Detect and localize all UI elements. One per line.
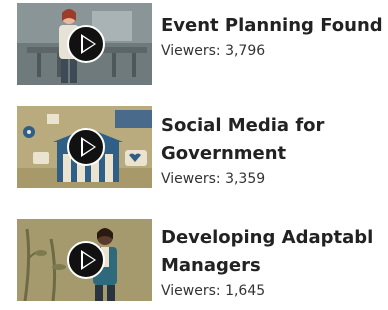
course-title[interactable]: Developing Adaptabl Managers <box>161 224 388 280</box>
course-title[interactable]: Social Media for Government <box>161 112 388 168</box>
course-info: Social Media for Government Viewers: 3,3… <box>161 112 388 190</box>
viewer-count: Viewers: 3,359 <box>161 168 388 190</box>
course-info: Event Planning Found Viewers: 3,796 <box>161 12 388 62</box>
viewer-count: Viewers: 1,645 <box>161 280 388 302</box>
course-info: Developing Adaptabl Managers Viewers: 1,… <box>161 224 388 302</box>
course-thumbnail[interactable] <box>17 106 152 188</box>
viewer-count: Viewers: 3,796 <box>161 40 388 62</box>
course-list: Event Planning Found Viewers: 3,796 Soci… <box>0 0 388 310</box>
viewers-value: 3,359 <box>225 171 266 187</box>
course-item-social-media[interactable]: Social Media for Government Viewers: 3,3… <box>17 106 388 188</box>
course-thumbnail[interactable] <box>17 3 152 85</box>
course-item-event-planning[interactable]: Event Planning Found Viewers: 3,796 <box>17 3 388 85</box>
play-icon[interactable] <box>67 241 105 279</box>
viewers-label: Viewers: <box>161 171 221 187</box>
viewers-label: Viewers: <box>161 43 221 59</box>
course-thumbnail[interactable] <box>17 219 152 301</box>
play-icon[interactable] <box>67 25 105 63</box>
viewers-value: 1,645 <box>225 283 266 299</box>
course-title[interactable]: Event Planning Found <box>161 12 388 40</box>
viewers-label: Viewers: <box>161 283 221 299</box>
course-item-adaptable-managers[interactable]: Developing Adaptabl Managers Viewers: 1,… <box>17 219 388 301</box>
play-icon[interactable] <box>67 128 105 166</box>
viewers-value: 3,796 <box>225 43 266 59</box>
